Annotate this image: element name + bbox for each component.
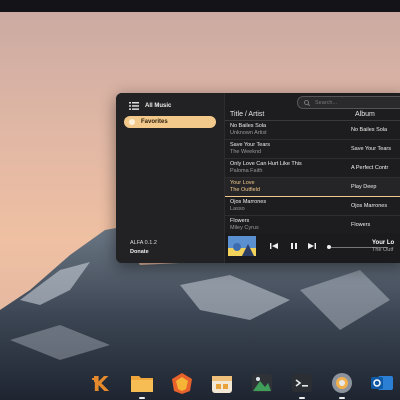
- next-icon[interactable]: [307, 241, 317, 251]
- track-title: No Bailes Sola: [230, 123, 267, 129]
- table-row-active[interactable]: Your Love The Outfield Play Deep: [225, 178, 400, 197]
- list-icon: [129, 102, 139, 110]
- search-icon: [304, 99, 310, 106]
- store-icon[interactable]: [210, 371, 234, 395]
- svg-text:K: K: [93, 372, 110, 395]
- image-viewer-icon[interactable]: [250, 371, 274, 395]
- track-title: Your Love: [230, 180, 255, 186]
- pause-icon[interactable]: [289, 241, 299, 251]
- table-row[interactable]: No Bailes Sola Unknown Artist No Bailes …: [225, 121, 400, 140]
- progress-knob[interactable]: [327, 245, 331, 249]
- album-cover: [228, 236, 256, 256]
- now-playing-artist: The Outf: [372, 247, 394, 253]
- track-title: Flowers: [230, 218, 250, 224]
- track-title: Ojos Marrones: [230, 199, 267, 205]
- files-icon[interactable]: [130, 371, 154, 395]
- donate-link[interactable]: Donate: [130, 249, 149, 255]
- track-artist: Miley Cyrus: [230, 225, 259, 231]
- track-artist: Lasso: [230, 206, 245, 212]
- column-header-album[interactable]: Album: [355, 111, 375, 118]
- table-row[interactable]: Ojos Marrones Lasso Ojos Marrones: [225, 197, 400, 216]
- track-album: No Bailes Sola: [351, 127, 388, 133]
- previous-icon[interactable]: [269, 241, 279, 251]
- track-album: Save Your Tears: [351, 146, 391, 152]
- player-bar: Your Lo The Outf: [225, 233, 400, 263]
- kde-icon[interactable]: K: [90, 371, 114, 395]
- track-artist: Paloma Faith: [230, 168, 263, 174]
- track-title: Only Love Can Hurt Like This: [230, 161, 302, 167]
- star-icon: [129, 119, 135, 125]
- sidebar-item-all-music[interactable]: All Music: [124, 100, 216, 112]
- track-artist: The Weeknd: [230, 149, 262, 155]
- track-album: Flowers: [351, 222, 371, 228]
- track-title: Save Your Tears: [230, 142, 270, 148]
- sidebar-item-label: All Music: [145, 103, 172, 109]
- table-row[interactable]: Save Your Tears The Weeknd Save Your Tea…: [225, 140, 400, 159]
- search-input[interactable]: Search...: [297, 96, 400, 109]
- sidebar-item-favorites[interactable]: Favorites: [124, 116, 216, 128]
- running-indicator: [139, 397, 145, 399]
- dock: K: [86, 368, 400, 400]
- music-player-window: All Music Favorites ALFA 0.1.2 Donate Se…: [116, 93, 400, 263]
- firefox-icon[interactable]: [170, 371, 194, 395]
- running-indicator: [339, 397, 345, 399]
- running-indicator: [299, 397, 305, 399]
- track-album: Ojos Marrones: [351, 203, 388, 209]
- sidebar: All Music Favorites ALFA 0.1.2 Donate: [116, 93, 225, 263]
- version-label: ALFA 0.1.2: [130, 240, 157, 246]
- column-header-title[interactable]: Title / Artist: [230, 111, 264, 118]
- settings-icon[interactable]: [330, 371, 354, 395]
- track-album: Play Deep: [351, 184, 377, 190]
- track-album: A Perfect Contr: [351, 165, 389, 171]
- terminal-icon[interactable]: [290, 371, 314, 395]
- table-row[interactable]: Only Love Can Hurt Like This Paloma Fait…: [225, 159, 400, 178]
- sidebar-item-label: Favorites: [141, 119, 168, 125]
- track-artist: Unknown Artist: [230, 130, 267, 136]
- now-playing-title: Your Lo: [372, 240, 395, 246]
- search-placeholder: Search...: [315, 99, 338, 106]
- main-panel: Search... Title / Artist Album No Bailes…: [225, 93, 400, 263]
- outlook-icon[interactable]: [370, 371, 394, 395]
- track-artist: The Outfield: [230, 187, 260, 193]
